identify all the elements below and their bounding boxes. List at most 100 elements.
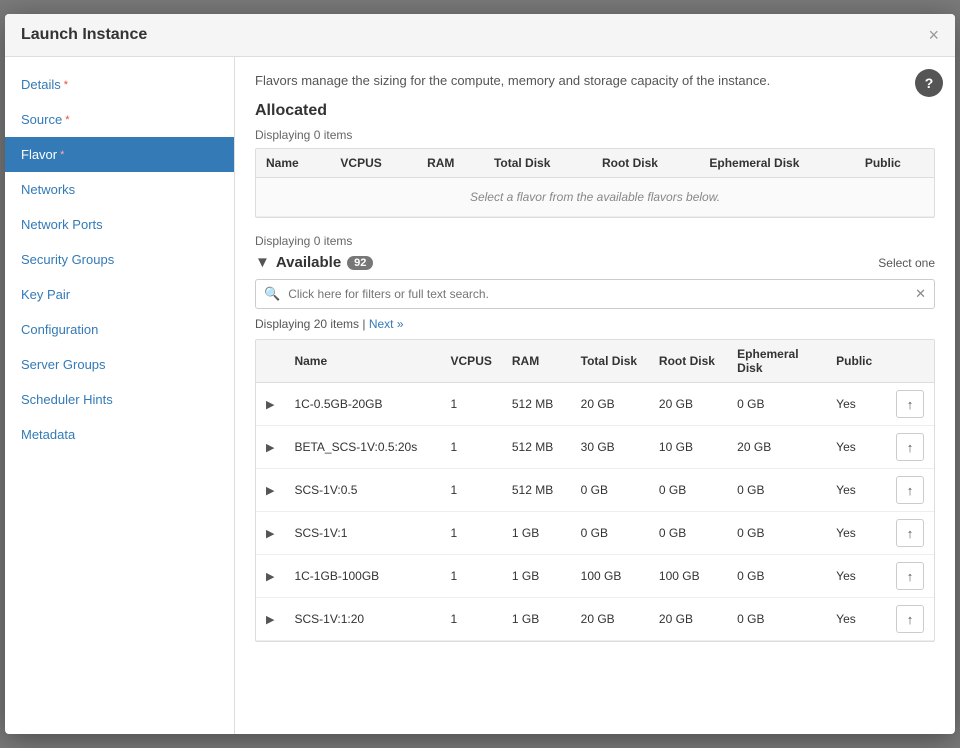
launch-instance-modal: Launch Instance × Details*Source*Flavor*… <box>5 14 955 734</box>
allocate-button[interactable]: ↑ <box>896 433 924 461</box>
expand-icon[interactable]: ▶ <box>266 399 274 411</box>
sidebar-item-scheduler-hints[interactable]: Scheduler Hints <box>5 382 234 417</box>
row-ephemeral-disk: 0 GB <box>727 512 826 555</box>
row-name: SCS-1V:0.5 <box>284 469 440 512</box>
row-expand-cell: ▶ <box>256 512 284 555</box>
row-name: SCS-1V:1:20 <box>284 598 440 641</box>
available-section-title: Available <box>276 254 341 271</box>
row-public: Yes <box>826 555 886 598</box>
row-ram: 1 GB <box>502 512 571 555</box>
table-row: ▶ SCS-1V:0.5 1 512 MB 0 GB 0 GB 0 GB Yes… <box>256 469 934 512</box>
row-root-disk: 10 GB <box>649 426 727 469</box>
close-button[interactable]: × <box>928 26 939 44</box>
allocate-button[interactable]: ↑ <box>896 562 924 590</box>
avail-col-total-disk: Total Disk <box>571 340 649 383</box>
sidebar-label: Details <box>21 77 61 92</box>
sidebar-item-metadata[interactable]: Metadata <box>5 417 234 452</box>
allocated-empty-row: Select a flavor from the available flavo… <box>256 178 934 217</box>
sidebar-label: Flavor <box>21 147 57 162</box>
available-title[interactable]: ▼ Available 92 <box>255 254 373 271</box>
expand-icon[interactable]: ▶ <box>266 528 274 540</box>
sidebar-label: Networks <box>21 182 75 197</box>
allocated-section-title: Allocated <box>255 102 935 120</box>
table-row: ▶ SCS-1V:1 1 1 GB 0 GB 0 GB 0 GB Yes ↑ <box>256 512 934 555</box>
available-count-badge: 92 <box>347 256 373 270</box>
col-header-ram: RAM <box>417 149 484 178</box>
sidebar-item-key-pair[interactable]: Key Pair <box>5 277 234 312</box>
row-vcpus: 1 <box>441 469 502 512</box>
col-header-ephemeral-disk: Ephemeral Disk <box>699 149 854 178</box>
available-table-container: Name VCPUS RAM Total Disk Root Disk Ephe… <box>255 339 935 642</box>
row-name: SCS-1V:1 <box>284 512 440 555</box>
row-root-disk: 20 GB <box>649 383 727 426</box>
col-header-total-disk: Total Disk <box>484 149 592 178</box>
required-indicator: * <box>65 114 69 126</box>
col-expand-header <box>256 340 284 383</box>
search-input[interactable] <box>288 281 907 307</box>
row-ram: 512 MB <box>502 469 571 512</box>
expand-icon[interactable]: ▶ <box>266 614 274 626</box>
description-text: Flavors manage the sizing for the comput… <box>255 73 935 88</box>
sidebar-label: Key Pair <box>21 287 70 302</box>
row-expand-cell: ▶ <box>256 383 284 426</box>
allocate-button[interactable]: ↑ <box>896 390 924 418</box>
available-header-row: Name VCPUS RAM Total Disk Root Disk Ephe… <box>256 340 934 383</box>
expand-icon[interactable]: ▶ <box>266 485 274 497</box>
allocated-header-row: Name VCPUS RAM Total Disk Root Disk Ephe… <box>256 149 934 178</box>
row-public: Yes <box>826 512 886 555</box>
expand-icon[interactable]: ▶ <box>266 571 274 583</box>
modal-body: Details*Source*Flavor*NetworksNetwork Po… <box>5 57 955 734</box>
sidebar-item-security-groups[interactable]: Security Groups <box>5 242 234 277</box>
allocated-display-info: Displaying 0 items <box>255 128 935 142</box>
sidebar-item-server-groups[interactable]: Server Groups <box>5 347 234 382</box>
row-vcpus: 1 <box>441 598 502 641</box>
sidebar-label: Server Groups <box>21 357 106 372</box>
sidebar-item-networks[interactable]: Networks <box>5 172 234 207</box>
sidebar-item-configuration[interactable]: Configuration <box>5 312 234 347</box>
col-header-public: Public <box>855 149 934 178</box>
search-icon: 🔍 <box>256 280 288 308</box>
avail-col-vcpus: VCPUS <box>441 340 502 383</box>
row-name: 1C-0.5GB-20GB <box>284 383 440 426</box>
row-ephemeral-disk: 0 GB <box>727 598 826 641</box>
allocate-button[interactable]: ↑ <box>896 605 924 633</box>
allocated-display-info2: Displaying 0 items <box>255 234 935 248</box>
main-content: ? Flavors manage the sizing for the comp… <box>235 57 955 734</box>
row-action: ↑ <box>886 383 934 426</box>
search-bar: 🔍 ✕ <box>255 279 935 309</box>
sidebar-label: Security Groups <box>21 252 114 267</box>
row-name: 1C-1GB-100GB <box>284 555 440 598</box>
avail-col-ephemeral-disk: Ephemeral Disk <box>727 340 826 383</box>
row-root-disk: 0 GB <box>649 512 727 555</box>
next-link[interactable]: Next » <box>369 317 404 331</box>
modal-title: Launch Instance <box>21 26 147 44</box>
sidebar-item-network-ports[interactable]: Network Ports <box>5 207 234 242</box>
row-ram: 1 GB <box>502 555 571 598</box>
sidebar-item-details[interactable]: Details* <box>5 67 234 102</box>
sidebar-item-flavor[interactable]: Flavor* <box>5 137 234 172</box>
allocate-button[interactable]: ↑ <box>896 519 924 547</box>
row-ephemeral-disk: 0 GB <box>727 383 826 426</box>
row-ram: 512 MB <box>502 383 571 426</box>
row-action: ↑ <box>886 598 934 641</box>
col-header-name: Name <box>256 149 330 178</box>
avail-col-root-disk: Root Disk <box>649 340 727 383</box>
row-root-disk: 0 GB <box>649 469 727 512</box>
row-public: Yes <box>826 469 886 512</box>
allocated-table-container: Name VCPUS RAM Total Disk Root Disk Ephe… <box>255 148 935 218</box>
row-public: Yes <box>826 426 886 469</box>
row-total-disk: 20 GB <box>571 383 649 426</box>
expand-icon[interactable]: ▶ <box>266 442 274 454</box>
col-header-vcpus: VCPUS <box>330 149 417 178</box>
sidebar-item-source[interactable]: Source* <box>5 102 234 137</box>
row-root-disk: 100 GB <box>649 555 727 598</box>
allocate-button[interactable]: ↑ <box>896 476 924 504</box>
row-expand-cell: ▶ <box>256 469 284 512</box>
row-total-disk: 0 GB <box>571 469 649 512</box>
row-expand-cell: ▶ <box>256 426 284 469</box>
search-clear-icon[interactable]: ✕ <box>907 280 934 308</box>
row-vcpus: 1 <box>441 383 502 426</box>
help-button[interactable]: ? <box>915 69 943 97</box>
row-name: BETA_SCS-1V:0.5:20s <box>284 426 440 469</box>
sidebar-label: Source <box>21 112 62 127</box>
